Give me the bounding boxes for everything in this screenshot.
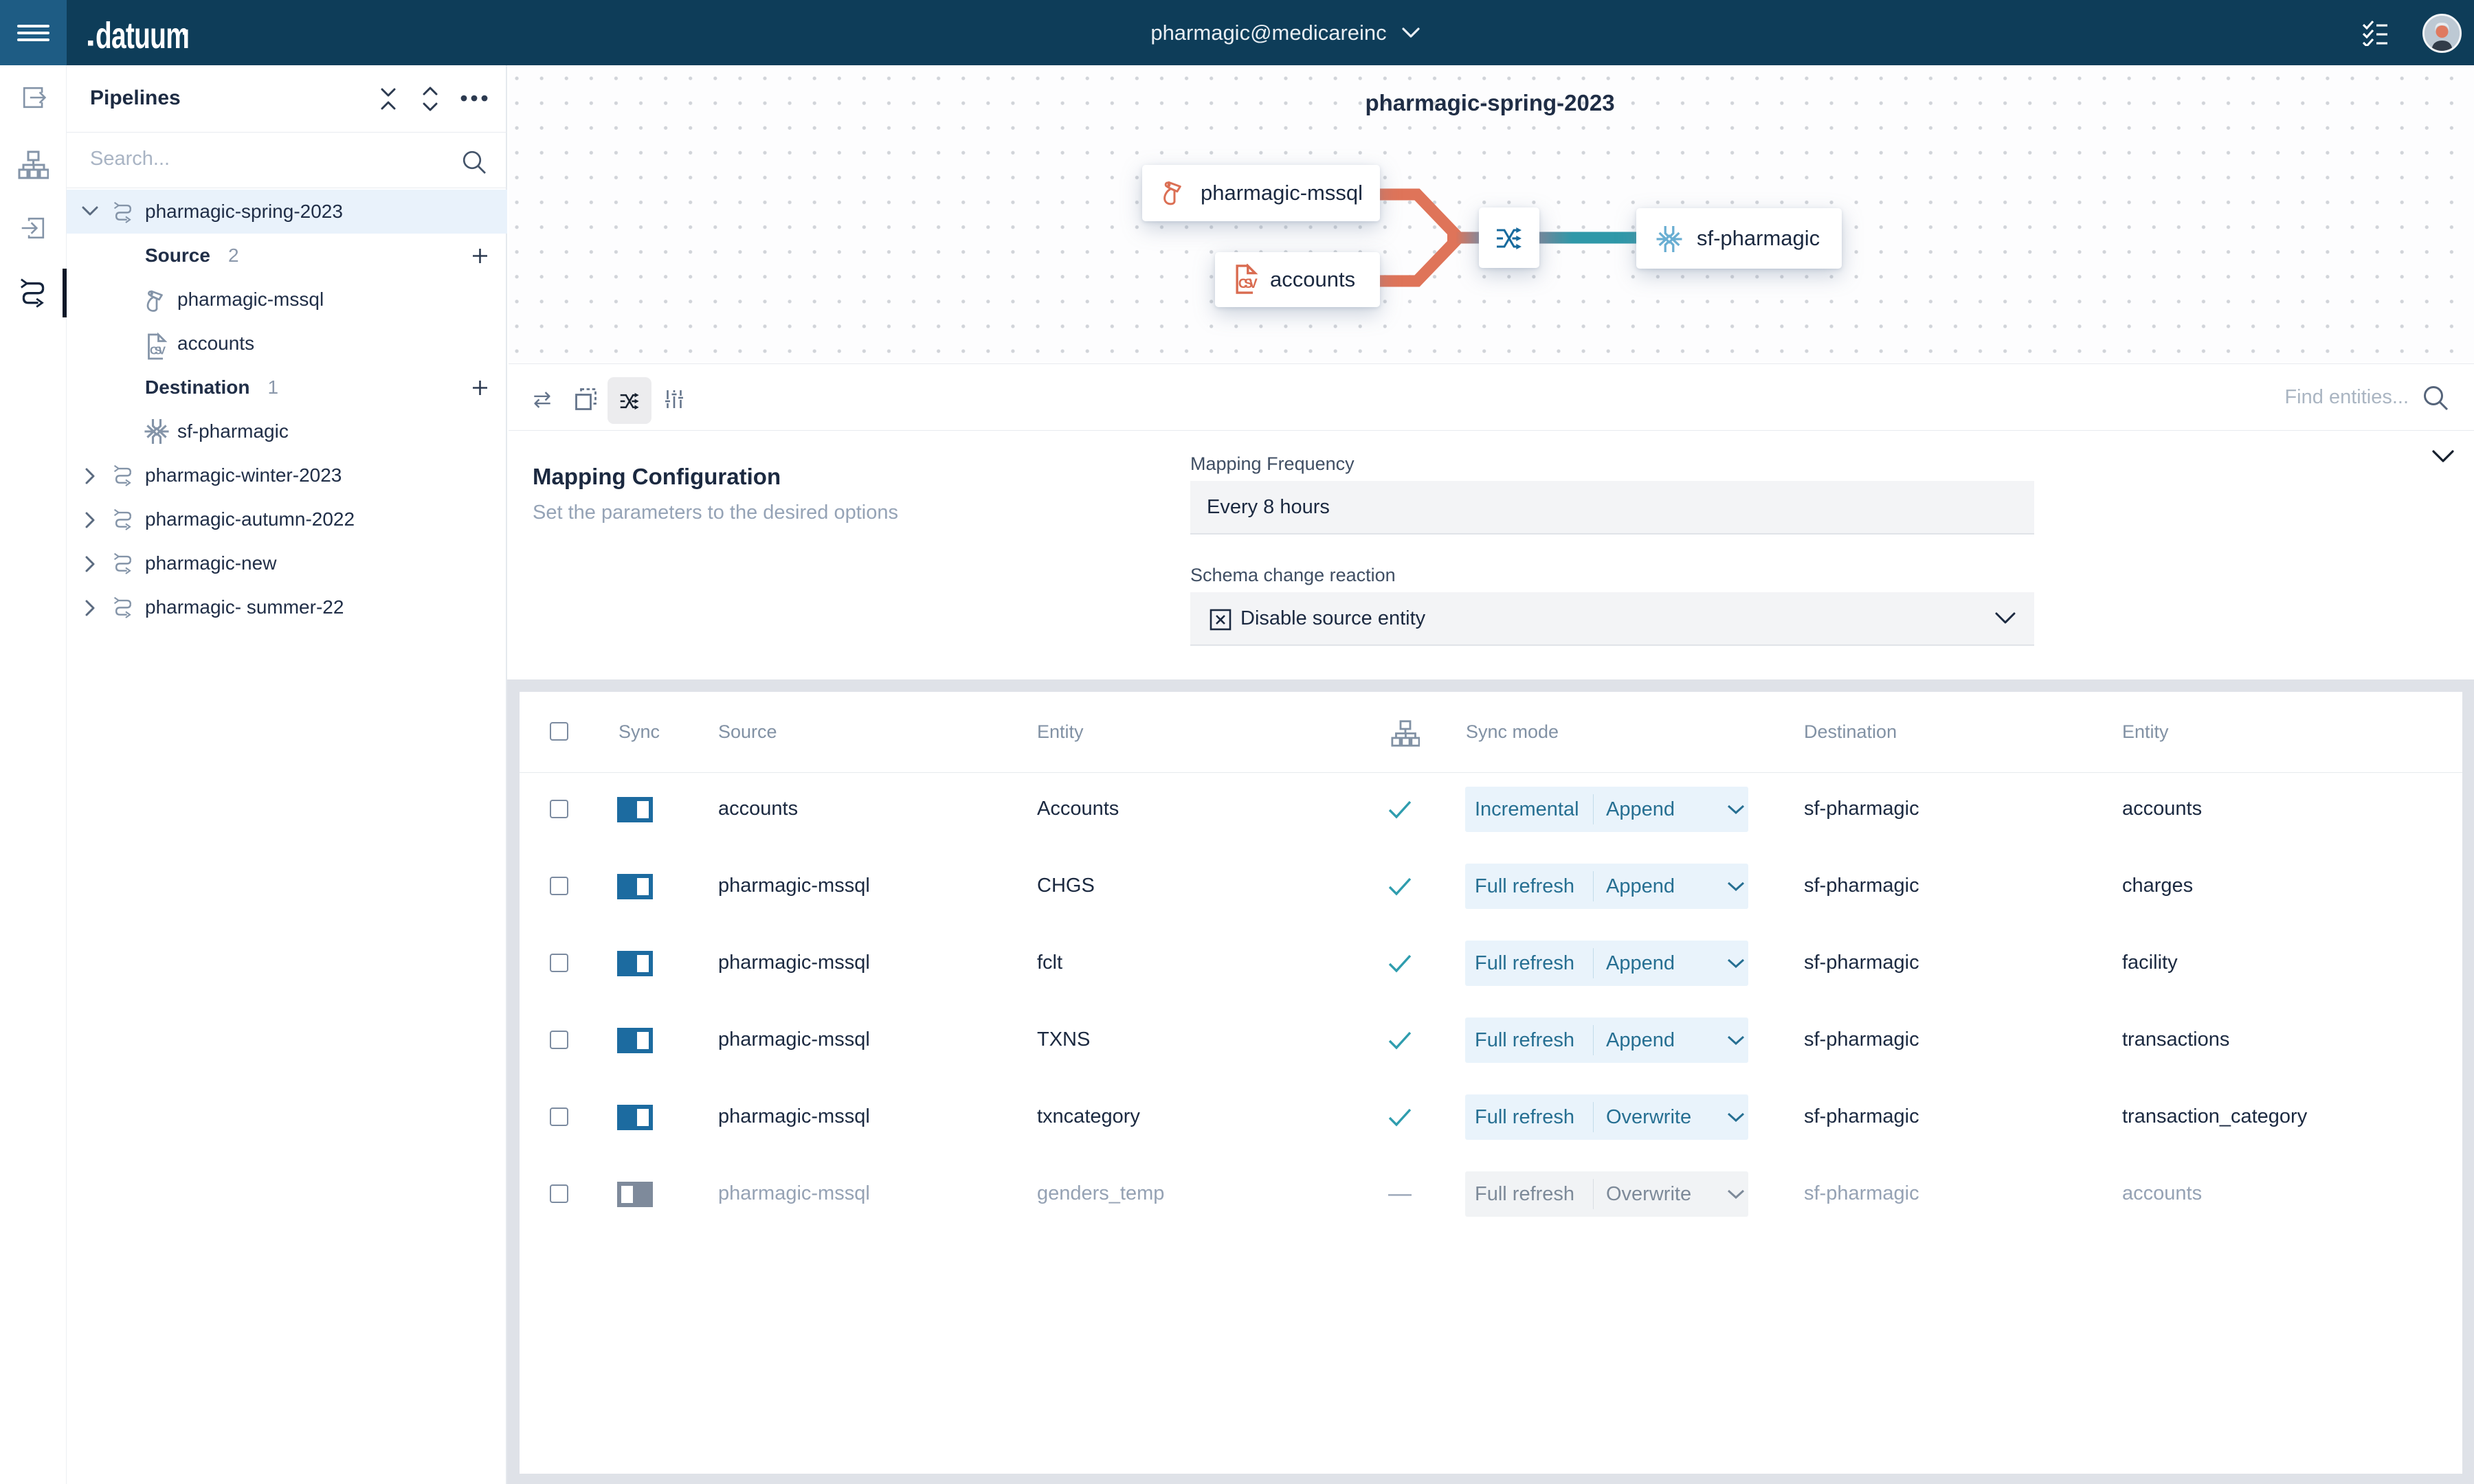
svg-text:CSV: CSV [1238,277,1258,291]
svg-text:CSV: CSV [150,346,166,357]
